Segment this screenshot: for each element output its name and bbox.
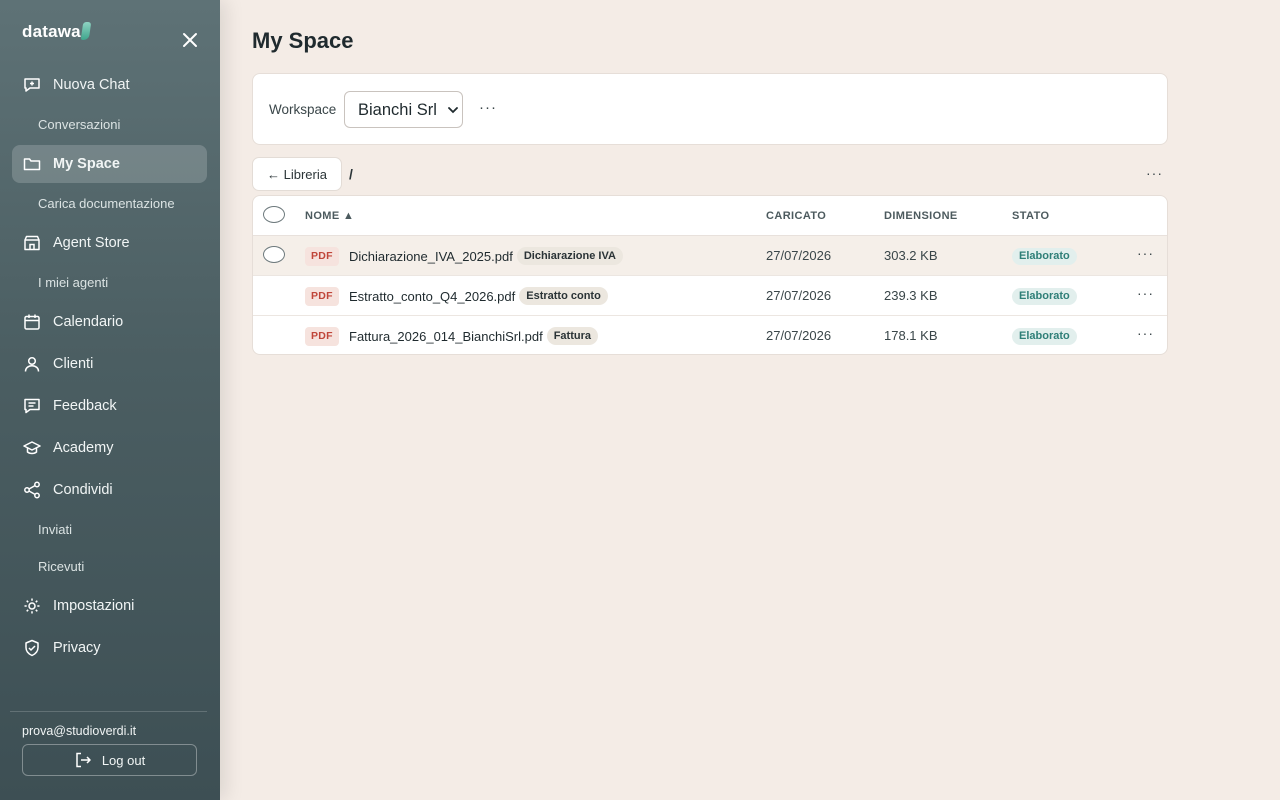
sidebar-item-label: Nuova Chat	[53, 77, 130, 93]
pdf-badge: PDF	[305, 247, 339, 266]
files-table: NOME ▲ CARICATO DIMENSIONE STATO PDF Dic…	[252, 195, 1168, 355]
graduation-cap-icon	[22, 438, 42, 458]
file-size: 303.2 KB	[884, 248, 938, 263]
pdf-badge: PDF	[305, 327, 339, 346]
sidebar-subitem-upload-docs[interactable]: Carica documentazione	[38, 196, 175, 211]
file-size: 239.3 KB	[884, 288, 938, 303]
sidebar-item-label: Condividi	[53, 482, 113, 498]
file-name[interactable]: Fattura_2026_014_BianchiSrl.pdf	[349, 329, 543, 344]
sidebar-subitem-my-agents[interactable]: I miei agenti	[38, 275, 108, 290]
pdf-badge: PDF	[305, 287, 339, 306]
library-back-button[interactable]: ← Libreria	[252, 157, 342, 191]
column-header-name[interactable]: NOME ▲	[305, 210, 354, 222]
user-email: prova@studioverdi.it	[22, 724, 137, 738]
table-header: NOME ▲ CARICATO DIMENSIONE STATO	[253, 196, 1167, 236]
document-tag: Estratto conto	[519, 287, 608, 305]
table-row[interactable]: PDF Dichiarazione_IVA_2025.pdf Dichiaraz…	[253, 236, 1167, 276]
sidebar-item-my-space[interactable]: My Space	[12, 145, 207, 183]
page-title: My Space	[252, 28, 354, 53]
workspace-more-button[interactable]: ···	[479, 99, 497, 116]
sidebar-item-new-chat[interactable]: Nuova Chat	[12, 66, 207, 104]
chat-plus-icon	[22, 75, 42, 95]
breadcrumb-separator: /	[349, 166, 353, 182]
row-select-radio[interactable]	[263, 246, 285, 263]
uploaded-date: 27/07/2026	[766, 288, 832, 303]
uploaded-date: 27/07/2026	[766, 328, 832, 343]
sidebar-item-feedback[interactable]: Feedback	[12, 387, 207, 425]
sidebar-item-label: Clienti	[53, 356, 94, 372]
column-header-size[interactable]: DIMENSIONE	[884, 210, 958, 222]
sidebar-item-calendar[interactable]: Calendario	[12, 303, 207, 341]
row-more-button[interactable]: ···	[1137, 285, 1154, 301]
sidebar-subitem-conversations[interactable]: Conversazioni	[38, 117, 120, 132]
sidebar-item-label: Agent Store	[53, 235, 130, 251]
file-size: 178.1 KB	[884, 328, 938, 343]
document-tag: Fattura	[546, 327, 598, 345]
workspace-label: Workspace	[269, 102, 337, 117]
sidebar-item-privacy[interactable]: Privacy	[12, 629, 207, 667]
column-header-status[interactable]: STATO	[1012, 210, 1049, 222]
sidebar: datawa Nuova Chat Conversazioni My Space…	[0, 0, 220, 800]
share-icon	[22, 480, 42, 500]
library-more-button[interactable]: ···	[1146, 165, 1163, 181]
sidebar-subitem-received[interactable]: Ricevuti	[38, 559, 84, 574]
file-name[interactable]: Dichiarazione_IVA_2025.pdf	[349, 249, 513, 264]
row-more-button[interactable]: ···	[1137, 245, 1154, 261]
status-badge: Elaborato	[1012, 288, 1077, 305]
status-badge: Elaborato	[1012, 328, 1077, 345]
file-name[interactable]: Estratto_conto_Q4_2026.pdf	[349, 289, 515, 304]
logo-text: datawa	[22, 22, 81, 41]
uploaded-date: 27/07/2026	[766, 248, 832, 263]
logout-label: Log out	[101, 752, 146, 768]
document-tag: Dichiarazione IVA	[516, 247, 623, 265]
store-icon	[22, 233, 42, 253]
sidebar-item-label: Academy	[53, 440, 114, 456]
table-row[interactable]: PDF Fattura_2026_014_BianchiSrl.pdf Fatt…	[253, 316, 1167, 354]
close-sidebar-button[interactable]	[178, 28, 202, 52]
column-header-uploaded[interactable]: CARICATO	[766, 210, 826, 222]
sidebar-footer-divider	[10, 711, 207, 712]
sidebar-item-clients[interactable]: Clienti	[12, 345, 207, 383]
sidebar-item-settings[interactable]: Impostazioni	[12, 587, 207, 625]
sidebar-subitem-sent[interactable]: Inviati	[38, 522, 72, 537]
logout-button[interactable]: Log out	[22, 744, 197, 776]
sidebar-item-label: Privacy	[53, 640, 101, 656]
logout-icon	[74, 751, 92, 769]
status-badge: Elaborato	[1012, 248, 1077, 265]
workspace-select[interactable]: Bianchi Srl	[344, 91, 463, 128]
table-row[interactable]: PDF Estratto_conto_Q4_2026.pdf Estratto …	[253, 276, 1167, 316]
sidebar-item-label: Feedback	[53, 398, 117, 414]
close-icon	[183, 33, 197, 47]
folder-icon	[22, 154, 42, 174]
feedback-icon	[22, 396, 42, 416]
sidebar-item-agent-store[interactable]: Agent Store	[12, 224, 207, 262]
gear-icon	[22, 596, 42, 616]
logo-mark-icon	[80, 22, 92, 40]
calendar-icon	[22, 312, 42, 332]
workspace-card: Workspace Bianchi Srl ···	[252, 73, 1168, 145]
sidebar-item-label: My Space	[53, 156, 120, 172]
sidebar-item-share[interactable]: Condividi	[12, 471, 207, 509]
select-all-radio[interactable]	[263, 206, 285, 223]
file-name-cell[interactable]: Fattura_2026_014_BianchiSrl.pdf Fattura	[349, 327, 598, 345]
app-logo[interactable]: datawa	[22, 22, 92, 42]
user-icon	[22, 354, 42, 374]
sidebar-item-label: Impostazioni	[53, 598, 135, 614]
sidebar-item-academy[interactable]: Academy	[12, 429, 207, 467]
file-name-cell[interactable]: Estratto_conto_Q4_2026.pdf Estratto cont…	[349, 287, 608, 305]
shield-check-icon	[22, 638, 42, 658]
file-name-cell[interactable]: Dichiarazione_IVA_2025.pdf Dichiarazione…	[349, 247, 623, 265]
row-more-button[interactable]: ···	[1137, 325, 1154, 341]
sidebar-item-label: Calendario	[53, 314, 124, 330]
